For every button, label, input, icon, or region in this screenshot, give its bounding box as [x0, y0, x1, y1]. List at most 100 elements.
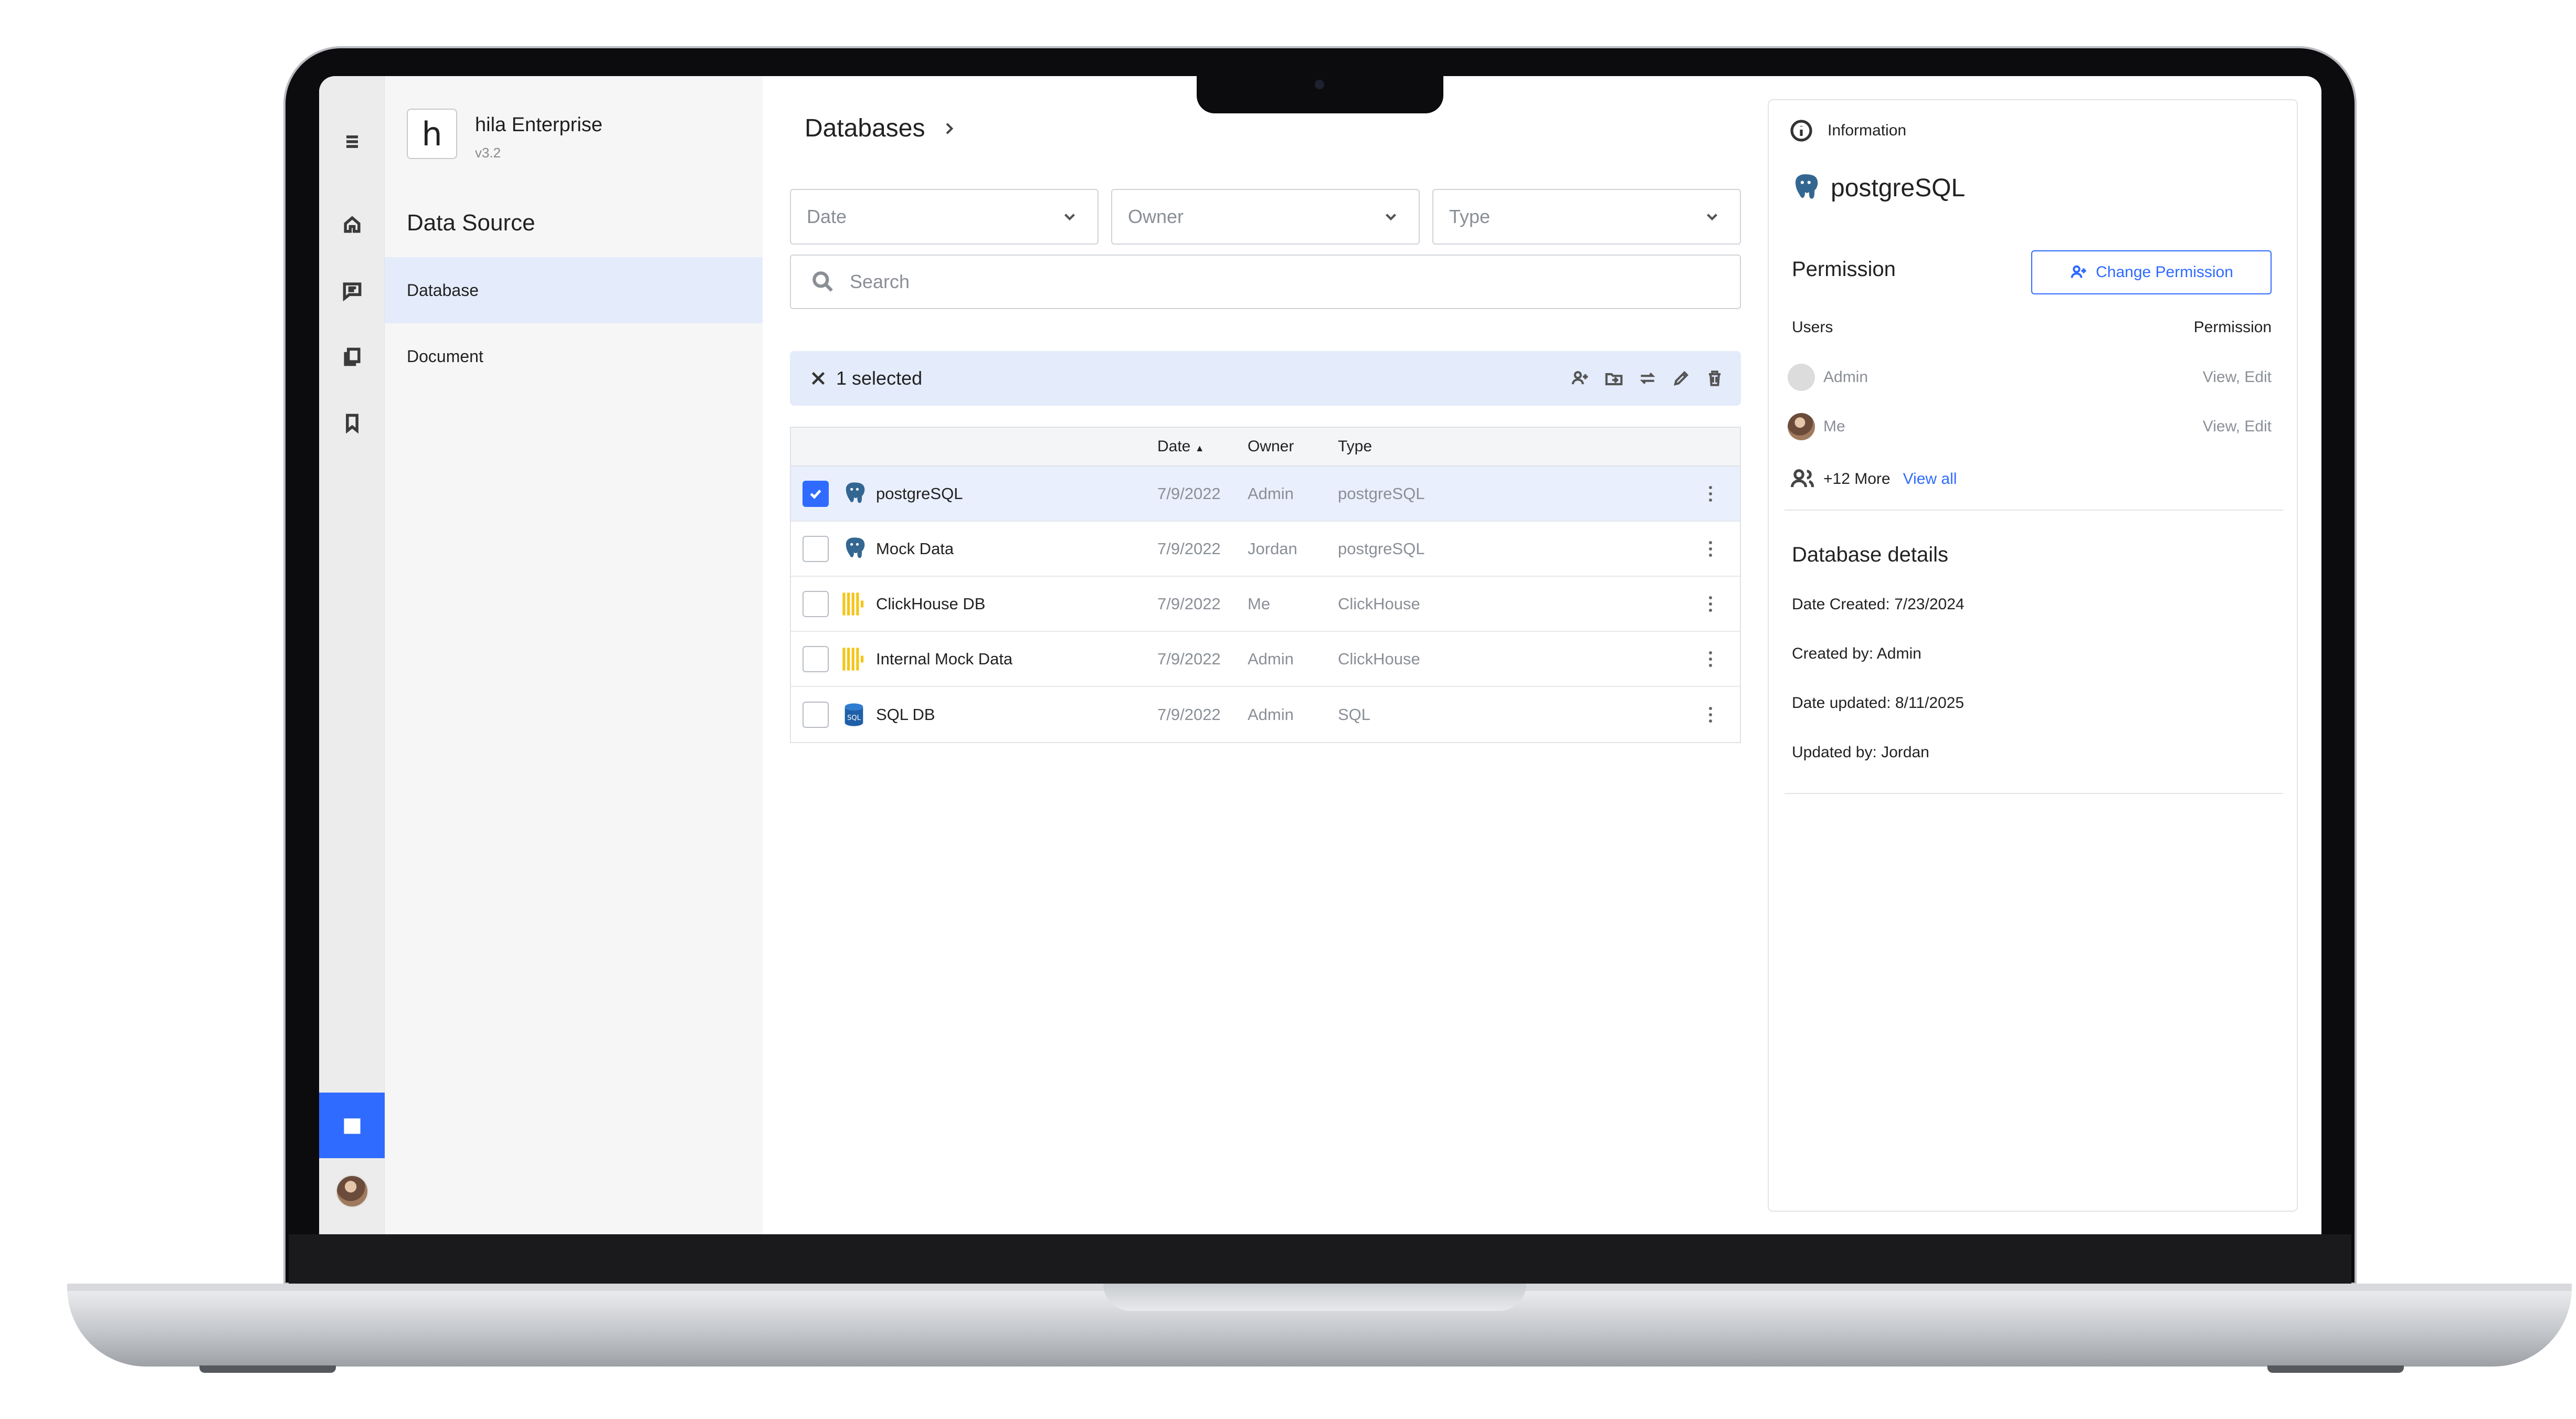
more-vertical-icon[interactable] [1707, 539, 1714, 558]
row-name: SQL DB [876, 705, 935, 724]
transfer-icon [1640, 373, 1655, 384]
edit-button[interactable] [1671, 368, 1692, 389]
owner-filter-select[interactable]: Owner [1111, 189, 1420, 245]
users-icon [1790, 469, 1814, 488]
move-to-folder-icon [1605, 373, 1623, 386]
page-title[interactable]: Databases [805, 114, 925, 143]
change-permission-label: Change Permission [2096, 263, 2233, 281]
row-checkbox[interactable] [803, 535, 829, 562]
menu-icon [346, 135, 358, 148]
svg-text:SQL: SQL [847, 714, 861, 722]
divider [1785, 793, 2283, 794]
user-avatar-button[interactable] [319, 1158, 385, 1224]
permission-column-header: Permission [2193, 319, 2272, 336]
menu-button[interactable] [319, 109, 385, 174]
home-icon [343, 216, 361, 233]
documents-button[interactable] [319, 324, 385, 389]
chevron-down-icon [1385, 214, 1397, 221]
row-type: postgreSQL [1338, 539, 1425, 558]
sidenav-item-document[interactable]: Document [385, 323, 763, 389]
row-owner: Jordan [1248, 539, 1297, 558]
camera [1315, 80, 1324, 89]
permission-heading: Permission [1792, 258, 1896, 281]
permission-user-row: Admin View, Edit [1788, 364, 2272, 391]
row-name: postgreSQL [876, 484, 963, 503]
documents-icon [343, 347, 361, 366]
table-row[interactable]: Mock Data 7/9/2022 Jordan postgreSQL [791, 522, 1740, 577]
row-owner: Admin [1248, 484, 1294, 503]
user-permission: View, Edit [2202, 418, 2272, 435]
row-date: 7/9/2022 [1157, 705, 1221, 724]
row-date: 7/9/2022 [1157, 539, 1221, 558]
row-name: ClickHouse DB [876, 594, 986, 613]
brand-name: hila Enterprise [475, 114, 603, 136]
column-header-owner[interactable]: Owner [1248, 438, 1338, 456]
column-header-date-label: Date [1157, 438, 1191, 455]
delete-icon [1708, 370, 1721, 386]
type-filter-placeholder: Type [1449, 206, 1491, 227]
table-row[interactable]: SQL SQL DB 7/9/2022 Admin SQL [791, 687, 1740, 742]
bookmark-button[interactable] [319, 390, 385, 456]
sidenav-title: Data Source [407, 210, 535, 236]
permission-columns: Users Permission [1792, 319, 2272, 336]
panel-title: postgreSQL [1789, 172, 1965, 204]
transfer-button[interactable] [1637, 368, 1658, 389]
table-row[interactable]: postgreSQL 7/9/2022 Admin postgreSQL [791, 467, 1740, 522]
row-checkbox[interactable] [803, 480, 829, 507]
chevron-down-icon [1706, 214, 1718, 221]
panel-header: Information [1789, 118, 1906, 143]
date-filter-select[interactable]: Date [790, 189, 1099, 245]
owner-filter-placeholder: Owner [1128, 206, 1184, 227]
selection-bar: 1 selected [790, 351, 1741, 406]
more-users-row: +12 More View all [1789, 465, 1957, 493]
table-row[interactable]: Internal Mock Data 7/9/2022 Admin ClickH… [791, 632, 1740, 687]
row-checkbox[interactable] [803, 701, 829, 728]
table-header: Date ▲ Owner Type [791, 428, 1740, 467]
user-name: Me [1823, 418, 1845, 435]
close-icon[interactable] [809, 369, 828, 388]
row-checkbox[interactable] [803, 590, 829, 617]
delete-button[interactable] [1704, 368, 1725, 389]
more-users-count: +12 More [1823, 470, 1891, 488]
change-permission-button[interactable]: Change Permission [2031, 250, 2272, 294]
column-header-type[interactable]: Type [1338, 438, 1681, 456]
date-filter-placeholder: Date [807, 206, 847, 227]
add-user-icon [1571, 371, 1588, 385]
permission-user-row: Me View, Edit [1788, 413, 2272, 440]
selection-info: 1 selected [809, 367, 922, 389]
home-button[interactable] [319, 192, 385, 257]
add-user-button[interactable] [1570, 368, 1591, 389]
laptop-foot-left [199, 1365, 336, 1373]
information-panel: Information postgreSQL Permission Change… [1768, 99, 2298, 1212]
row-checkbox[interactable] [803, 645, 829, 672]
view-all-link[interactable]: View all [1903, 470, 1957, 488]
column-header-date[interactable]: Date ▲ [1157, 438, 1248, 456]
search-box [790, 255, 1741, 309]
row-date: 7/9/2022 [1157, 594, 1221, 613]
database-list-button[interactable] [319, 1093, 385, 1158]
type-filter-select[interactable]: Type [1432, 189, 1741, 245]
detail-updated-by: Updated by: Jordan [1792, 744, 1929, 761]
row-owner: Admin [1248, 705, 1294, 724]
chat-button[interactable] [319, 258, 385, 323]
more-vertical-icon[interactable] [1707, 650, 1714, 669]
move-to-folder-button[interactable] [1603, 368, 1624, 389]
user-name: Admin [1823, 368, 1868, 386]
table-row[interactable]: ClickHouse DB 7/9/2022 Me ClickHouse [791, 577, 1740, 632]
row-type: ClickHouse [1338, 649, 1420, 668]
more-vertical-icon[interactable] [1707, 484, 1714, 503]
main-content: Databases Date Owner Type 1 s [763, 76, 1760, 1234]
row-date: 7/9/2022 [1157, 649, 1221, 668]
info-icon [1790, 120, 1812, 142]
panel-header-label: Information [1828, 122, 1907, 139]
avatar [335, 1174, 368, 1208]
side-navigation: h hila Enterprise v3.2 Data Source Datab… [385, 76, 763, 1234]
more-vertical-icon[interactable] [1707, 595, 1714, 613]
clickhouse-icon [840, 645, 868, 673]
sql-icon: SQL [840, 701, 868, 728]
sidenav-item-database[interactable]: Database [385, 257, 763, 323]
brand-logo: h [407, 109, 457, 159]
brand: h hila Enterprise v3.2 [407, 109, 603, 161]
search-input[interactable] [850, 271, 1690, 293]
more-vertical-icon[interactable] [1707, 705, 1714, 724]
